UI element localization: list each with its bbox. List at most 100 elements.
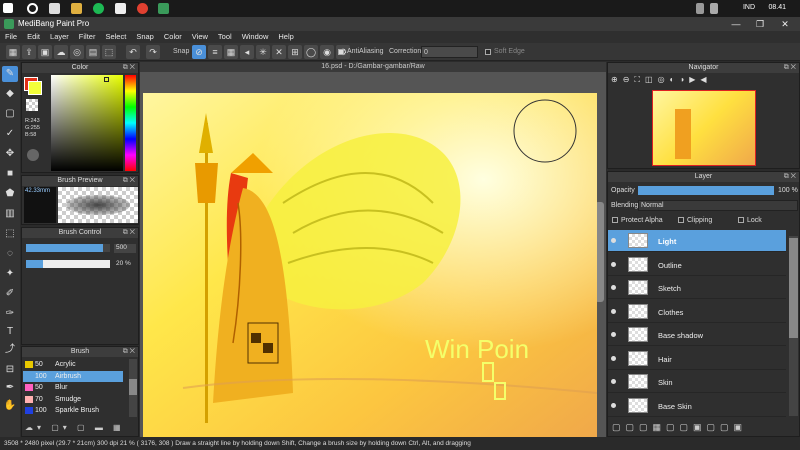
hand-tool-icon[interactable]: ✋ xyxy=(2,398,18,414)
menu-edit[interactable]: Edit xyxy=(22,31,45,42)
layer-row[interactable]: Base shadow xyxy=(608,324,786,346)
snap-parallel-icon[interactable]: ≡ xyxy=(208,45,222,59)
panel-buttons[interactable]: ⧉ ✕ xyxy=(123,347,135,357)
saturation-value-picker[interactable] xyxy=(51,75,123,171)
panel-buttons[interactable]: ⧉ ✕ xyxy=(123,63,135,73)
brush-opacity-value[interactable]: 20 % xyxy=(116,260,131,267)
layer-icon[interactable]: ▤ xyxy=(86,45,100,59)
navigator-thumbnail[interactable] xyxy=(652,90,756,166)
menu-select[interactable]: Select xyxy=(100,31,131,42)
menu-view[interactable]: View xyxy=(187,31,213,42)
layer-list-scrollbar[interactable] xyxy=(789,236,798,416)
menu-file[interactable]: File xyxy=(0,31,22,42)
cloud-icon[interactable]: ☁ xyxy=(54,45,68,59)
brush-size-slider[interactable] xyxy=(26,244,110,252)
brush-item[interactable]: 100 Airbrush xyxy=(23,370,123,382)
select-pen-icon[interactable]: ✐ xyxy=(2,286,18,302)
soft-edge-checkbox[interactable] xyxy=(485,49,491,55)
menu-help[interactable]: Help xyxy=(273,31,298,42)
brush-item[interactable]: 50 Blur xyxy=(23,382,123,394)
dot-tool-icon[interactable]: ▢ xyxy=(2,106,18,122)
antialiasing-checkbox[interactable] xyxy=(338,49,344,55)
brush-list-scrollbar[interactable] xyxy=(129,359,137,417)
visibility-icon[interactable] xyxy=(611,261,616,267)
snap-concentric-icon[interactable]: ◉ xyxy=(320,45,334,59)
medibang-taskbar-icon[interactable] xyxy=(158,3,169,14)
menu-color[interactable]: Color xyxy=(159,31,187,42)
eyedropper-icon[interactable]: ✒ xyxy=(2,380,18,396)
menu-layer[interactable]: Layer xyxy=(45,31,74,42)
new-canvas-icon[interactable]: ▦ xyxy=(6,45,20,59)
windows-start-icon[interactable] xyxy=(3,3,13,13)
document-tab[interactable]: 16.psd - D:/Gambar-gambar/Raw xyxy=(140,62,606,72)
volume-icon[interactable] xyxy=(710,3,718,14)
layer-row[interactable]: Hair xyxy=(608,347,786,370)
layer-row[interactable]: Clothes xyxy=(608,300,786,323)
redo-icon[interactable]: ↷ xyxy=(146,45,160,59)
panel-buttons[interactable]: ⧉ ✕ xyxy=(123,228,135,238)
correction-select[interactable]: 0 xyxy=(421,46,478,58)
snap-radial-icon[interactable]: ✳ xyxy=(256,45,270,59)
fill-tool-icon[interactable]: ⬟ xyxy=(2,186,18,202)
save-icon[interactable]: ▣ xyxy=(38,45,52,59)
layer-opacity-value[interactable]: 100 % xyxy=(778,187,798,194)
protect-alpha-option[interactable]: Protect Alpha xyxy=(612,217,663,224)
visibility-icon[interactable] xyxy=(611,308,616,314)
panel-buttons[interactable]: ⧉ ✕ xyxy=(123,176,135,186)
snap-grid-icon[interactable]: ▦ xyxy=(224,45,238,59)
visibility-icon[interactable] xyxy=(611,332,616,337)
layer-opacity-slider[interactable] xyxy=(638,186,774,195)
hue-slider[interactable] xyxy=(125,75,136,171)
wifi-icon[interactable] xyxy=(696,3,704,14)
brush-item[interactable]: 70 Smudge xyxy=(23,394,123,406)
brush-item[interactable]: 100 Sparkle Brush xyxy=(23,405,123,417)
visibility-icon[interactable] xyxy=(611,238,616,243)
brush-tool-icon[interactable]: ✎ xyxy=(2,66,18,82)
artwork-canvas[interactable]: Win Poin xyxy=(143,93,597,439)
move-tool-icon[interactable]: ✥ xyxy=(2,146,18,162)
magic-wand-icon[interactable]: ✦ xyxy=(2,266,18,282)
navigator-controls[interactable]: ⊕⊖⛶◫◎◐◑▶◀ xyxy=(611,75,712,85)
clipping-option[interactable]: Clipping xyxy=(678,217,712,224)
menu-filter[interactable]: Filter xyxy=(74,31,101,42)
primary-color-swatch[interactable] xyxy=(28,81,42,95)
operation-tool-icon[interactable]: ⤴ xyxy=(2,342,18,358)
visibility-icon[interactable] xyxy=(611,379,616,384)
chrome-icon[interactable] xyxy=(137,3,148,14)
snap-perspective-icon[interactable]: ◂ xyxy=(240,45,254,59)
correction-pen-icon[interactable]: ✓ xyxy=(2,126,18,142)
lock-option[interactable]: Lock xyxy=(738,217,762,224)
spotify-icon[interactable] xyxy=(93,3,104,14)
divide-tool-icon[interactable]: ⊟ xyxy=(2,362,18,378)
gradient-tool-icon[interactable]: ▥ xyxy=(2,206,18,222)
clock[interactable]: 08.41 xyxy=(768,4,786,11)
brush-size-value[interactable]: 500 xyxy=(114,244,136,253)
open-icon[interactable]: ⇪ xyxy=(22,45,36,59)
maximize-button[interactable]: ❐ xyxy=(748,18,772,30)
transform-icon[interactable]: ⬚ xyxy=(102,45,116,59)
snap-circle-icon[interactable]: ◯ xyxy=(304,45,318,59)
menu-window[interactable]: Window xyxy=(237,31,274,42)
close-button[interactable]: ✕ xyxy=(773,18,797,30)
snap-off-icon[interactable]: ⊘ xyxy=(192,45,206,59)
lasso-tool-icon[interactable]: ◌ xyxy=(2,246,18,262)
select-tool-icon[interactable]: ⬚ xyxy=(2,226,18,242)
text-tool-icon[interactable]: T xyxy=(2,324,18,340)
layer-row[interactable]: Sketch xyxy=(608,277,786,299)
visibility-icon[interactable] xyxy=(611,402,616,408)
brush-opacity-slider[interactable] xyxy=(26,260,110,268)
visibility-icon[interactable] xyxy=(611,355,616,361)
select-eraser-icon[interactable]: ✑ xyxy=(2,306,18,322)
panel-buttons[interactable]: ⧉ ✕ xyxy=(784,63,796,73)
search-icon[interactable] xyxy=(27,3,38,14)
menu-snap[interactable]: Snap xyxy=(131,31,159,42)
language-indicator[interactable]: IND xyxy=(743,4,755,11)
eraser-tool-icon[interactable]: ◆ xyxy=(2,86,18,102)
brush-item[interactable]: 50 Acrylic xyxy=(23,359,123,371)
transparent-swatch[interactable] xyxy=(26,99,38,111)
file-explorer-icon[interactable] xyxy=(71,3,82,14)
app-icon[interactable] xyxy=(115,3,126,14)
layer-row[interactable]: Base Skin xyxy=(608,394,786,417)
undo-icon[interactable]: ↶ xyxy=(126,45,140,59)
layer-row[interactable]: Skin xyxy=(608,371,786,393)
